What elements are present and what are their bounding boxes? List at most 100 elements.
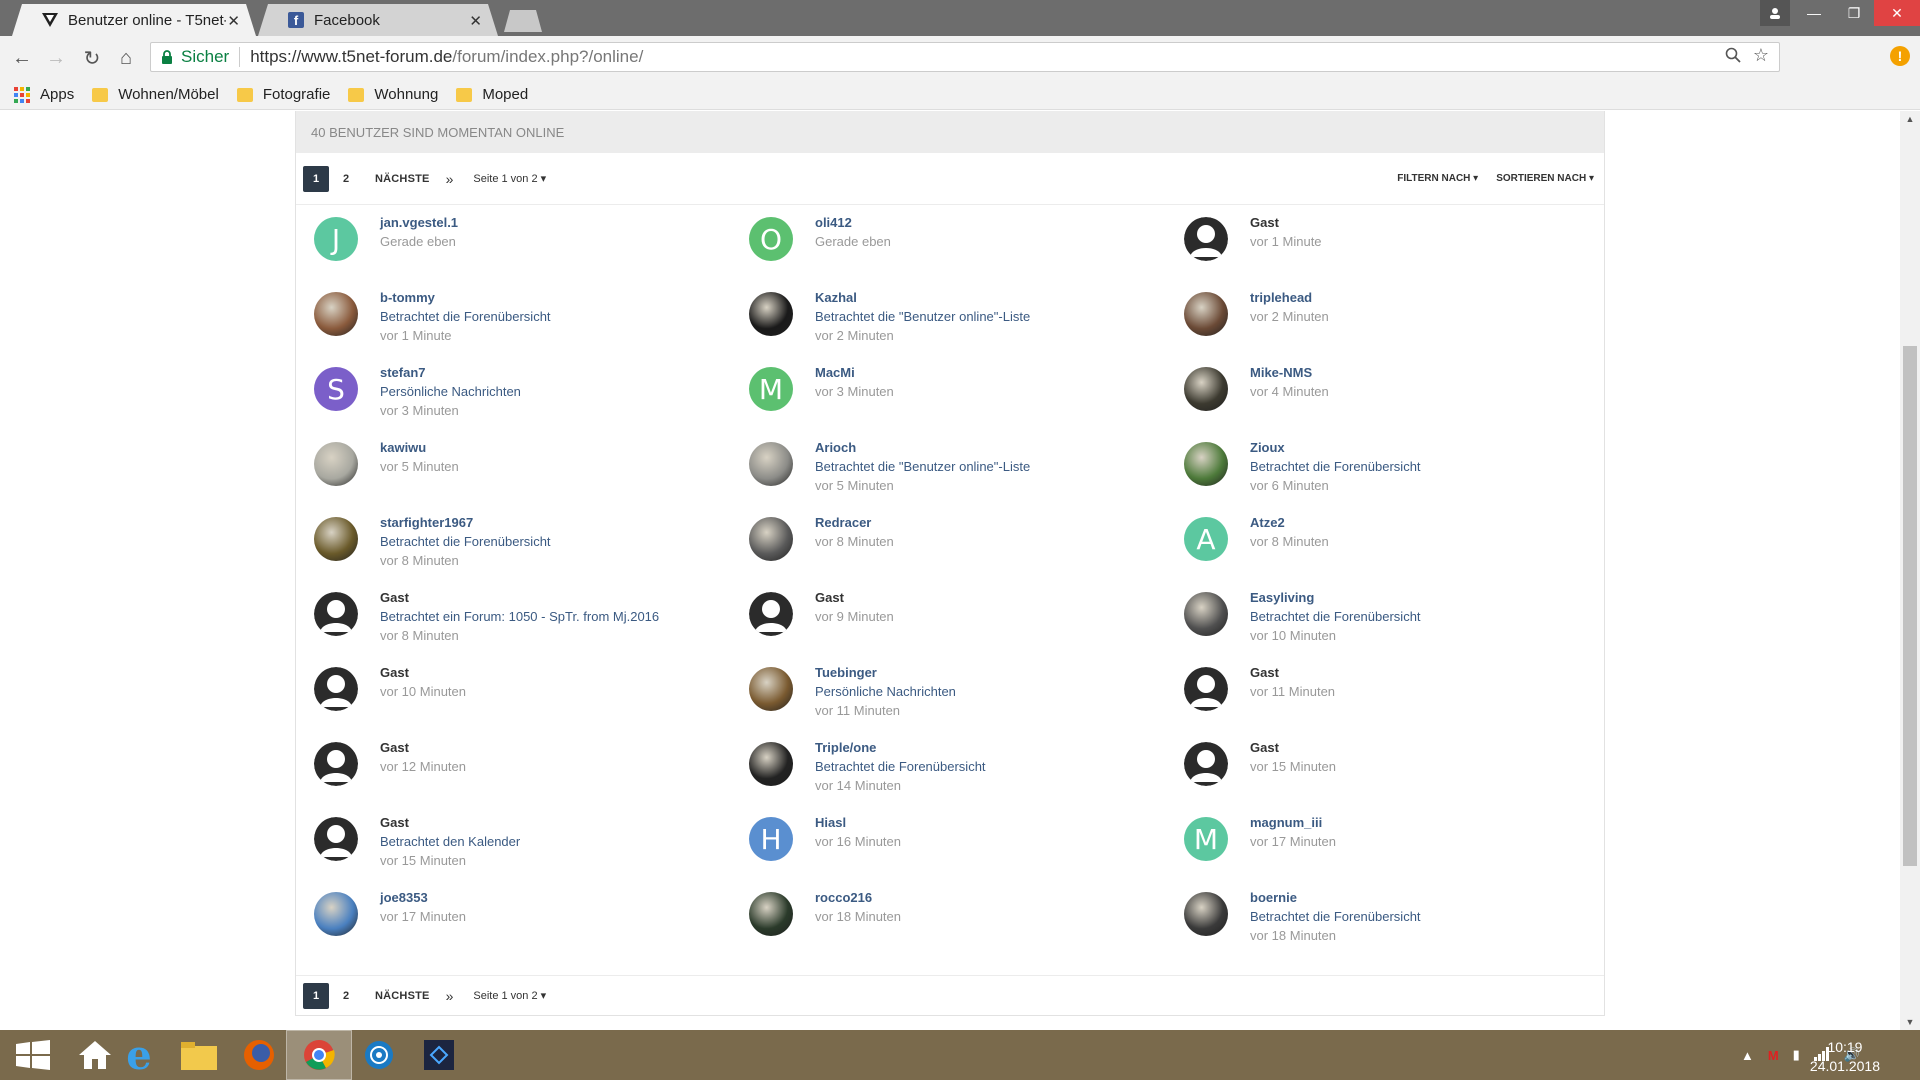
username-link[interactable]: Arioch — [815, 438, 1030, 457]
photo-avatar[interactable] — [314, 442, 358, 486]
username-link[interactable]: Redracer — [815, 513, 894, 532]
photo-avatar[interactable] — [314, 517, 358, 561]
guest-avatar-icon[interactable] — [314, 592, 358, 636]
restore-icon[interactable]: ❐ — [1834, 0, 1874, 26]
close-window-icon[interactable]: ✕ — [1874, 0, 1920, 26]
letter-avatar[interactable]: S — [314, 367, 358, 411]
username-link[interactable]: Hiasl — [815, 813, 901, 832]
letter-avatar[interactable]: J — [314, 217, 358, 261]
bookmark-wohnung[interactable]: Wohnung — [348, 86, 438, 103]
username-link[interactable]: Kazhal — [815, 288, 1030, 307]
page-2-button[interactable]: 2 — [333, 983, 359, 1009]
username-link[interactable]: magnum_iii — [1250, 813, 1336, 832]
username-link[interactable]: Mike-NMS — [1250, 363, 1329, 382]
filter-dropdown[interactable]: FILTERN NACH ▾ — [1397, 173, 1478, 184]
page-jump-select[interactable]: Seite 1 von 2 ▾ — [473, 172, 546, 185]
mcafee-icon[interactable]: M — [1768, 1048, 1779, 1063]
user-profile-icon[interactable] — [1760, 0, 1790, 26]
letter-avatar[interactable]: A — [1184, 517, 1228, 561]
guest-avatar-icon[interactable] — [1184, 742, 1228, 786]
photo-avatar[interactable] — [314, 292, 358, 336]
photo-avatar[interactable] — [1184, 292, 1228, 336]
user-activity-link[interactable]: Betrachtet die Forenübersicht — [380, 307, 551, 326]
photo-avatar[interactable] — [1184, 592, 1228, 636]
firefox-icon[interactable] — [226, 1030, 292, 1080]
username-link[interactable]: oli412 — [815, 213, 891, 232]
username-link[interactable]: Tuebinger — [815, 663, 956, 682]
bookmark-fotografie[interactable]: Fotografie — [236, 86, 330, 103]
letter-avatar[interactable]: H — [749, 817, 793, 861]
file-explorer-icon[interactable] — [166, 1030, 232, 1080]
letter-avatar[interactable]: O — [749, 217, 793, 261]
username-link[interactable]: MacMi — [815, 363, 894, 382]
user-activity-link[interactable]: Betrachtet die Forenübersicht — [380, 532, 551, 551]
scroll-thumb[interactable] — [1903, 346, 1917, 866]
username-link[interactable]: boernie — [1250, 888, 1421, 907]
photo-avatar[interactable] — [749, 742, 793, 786]
home-icon[interactable]: ⌂ — [114, 46, 138, 70]
secure-indicator[interactable]: Sicher — [151, 47, 229, 67]
minimize-icon[interactable]: — — [1794, 0, 1834, 26]
page-2-button[interactable]: 2 — [333, 166, 359, 192]
username-link[interactable]: b-tommy — [380, 288, 551, 307]
extension-alert-icon[interactable]: ! — [1890, 46, 1910, 66]
app-circle-icon[interactable] — [346, 1030, 412, 1080]
user-activity-link[interactable]: Betrachtet den Kalender — [380, 832, 520, 851]
user-activity-link[interactable]: Betrachtet die Forenübersicht — [815, 757, 986, 776]
photo-avatar[interactable] — [1184, 442, 1228, 486]
photo-avatar[interactable] — [749, 892, 793, 936]
username-link[interactable]: Atze2 — [1250, 513, 1329, 532]
guest-avatar-icon[interactable] — [749, 592, 793, 636]
user-activity-link[interactable]: Betrachtet ein Forum: 1050 - SpTr. from … — [380, 607, 659, 626]
bookmark-wohnen-moebel[interactable]: Wohnen/Möbel — [92, 86, 219, 103]
username-link[interactable]: triplehead — [1250, 288, 1329, 307]
last-page-icon[interactable]: » — [446, 988, 454, 1004]
bookmark-apps[interactable]: Apps — [14, 86, 74, 103]
forward-icon[interactable]: → — [44, 46, 68, 70]
user-activity-link[interactable]: Persönliche Nachrichten — [815, 682, 956, 701]
bookmark-moped[interactable]: Moped — [456, 86, 528, 103]
star-bookmark-icon[interactable]: ☆ — [1753, 46, 1769, 68]
username-link[interactable]: Triple/one — [815, 738, 986, 757]
page-jump-select[interactable]: Seite 1 von 2 ▾ — [473, 989, 546, 1002]
photo-avatar[interactable] — [749, 292, 793, 336]
tab-facebook[interactable]: f Facebook ✕ — [258, 4, 498, 36]
show-hidden-icons[interactable]: ▲ — [1741, 1048, 1754, 1063]
guest-avatar-icon[interactable] — [314, 742, 358, 786]
page-1-button[interactable]: 1 — [303, 982, 329, 1009]
guest-avatar-icon[interactable] — [1184, 667, 1228, 711]
user-activity-link[interactable]: Betrachtet die Forenübersicht — [1250, 607, 1421, 626]
internet-explorer-icon[interactable]: e — [106, 1030, 172, 1080]
taskbar-clock[interactable]: 10:19 24.01.2018 — [1810, 1038, 1880, 1076]
address-bar[interactable]: Sicher https://www.t5net-forum.de/forum/… — [150, 42, 1780, 72]
page-1-button[interactable]: 1 — [303, 165, 329, 192]
username-link[interactable]: stefan7 — [380, 363, 521, 382]
photo-avatar[interactable] — [749, 442, 793, 486]
scroll-down-icon[interactable]: ▼ — [1900, 1014, 1920, 1030]
close-tab-icon[interactable]: ✕ — [227, 12, 240, 30]
next-page-link[interactable]: NÄCHSTE — [375, 173, 430, 185]
last-page-icon[interactable]: » — [446, 171, 454, 187]
username-link[interactable]: kawiwu — [380, 438, 459, 457]
photo-avatar[interactable] — [1184, 367, 1228, 411]
username-link[interactable]: Easyliving — [1250, 588, 1421, 607]
chrome-icon[interactable] — [286, 1030, 352, 1080]
username-link[interactable]: rocco216 — [815, 888, 901, 907]
username-link[interactable]: jan.vgestel.1 — [380, 213, 458, 232]
guest-avatar-icon[interactable] — [314, 817, 358, 861]
photo-avatar[interactable] — [1184, 892, 1228, 936]
battery-icon[interactable]: ▮ — [1793, 1047, 1800, 1063]
photo-avatar[interactable] — [749, 517, 793, 561]
reload-icon[interactable]: ↻ — [80, 46, 104, 70]
next-page-link[interactable]: NÄCHSTE — [375, 990, 430, 1002]
user-activity-link[interactable]: Betrachtet die "Benutzer online"-Liste — [815, 457, 1030, 476]
new-tab-button[interactable] — [504, 10, 542, 32]
user-activity-link[interactable]: Betrachtet die Forenübersicht — [1250, 907, 1421, 926]
guest-avatar-icon[interactable] — [1184, 217, 1228, 261]
letter-avatar[interactable]: M — [749, 367, 793, 411]
photo-avatar[interactable] — [314, 892, 358, 936]
windows-start-icon[interactable] — [0, 1030, 66, 1080]
back-icon[interactable]: ← — [10, 46, 34, 70]
user-activity-link[interactable]: Betrachtet die "Benutzer online"-Liste — [815, 307, 1030, 326]
close-tab-icon[interactable]: ✕ — [469, 12, 482, 30]
